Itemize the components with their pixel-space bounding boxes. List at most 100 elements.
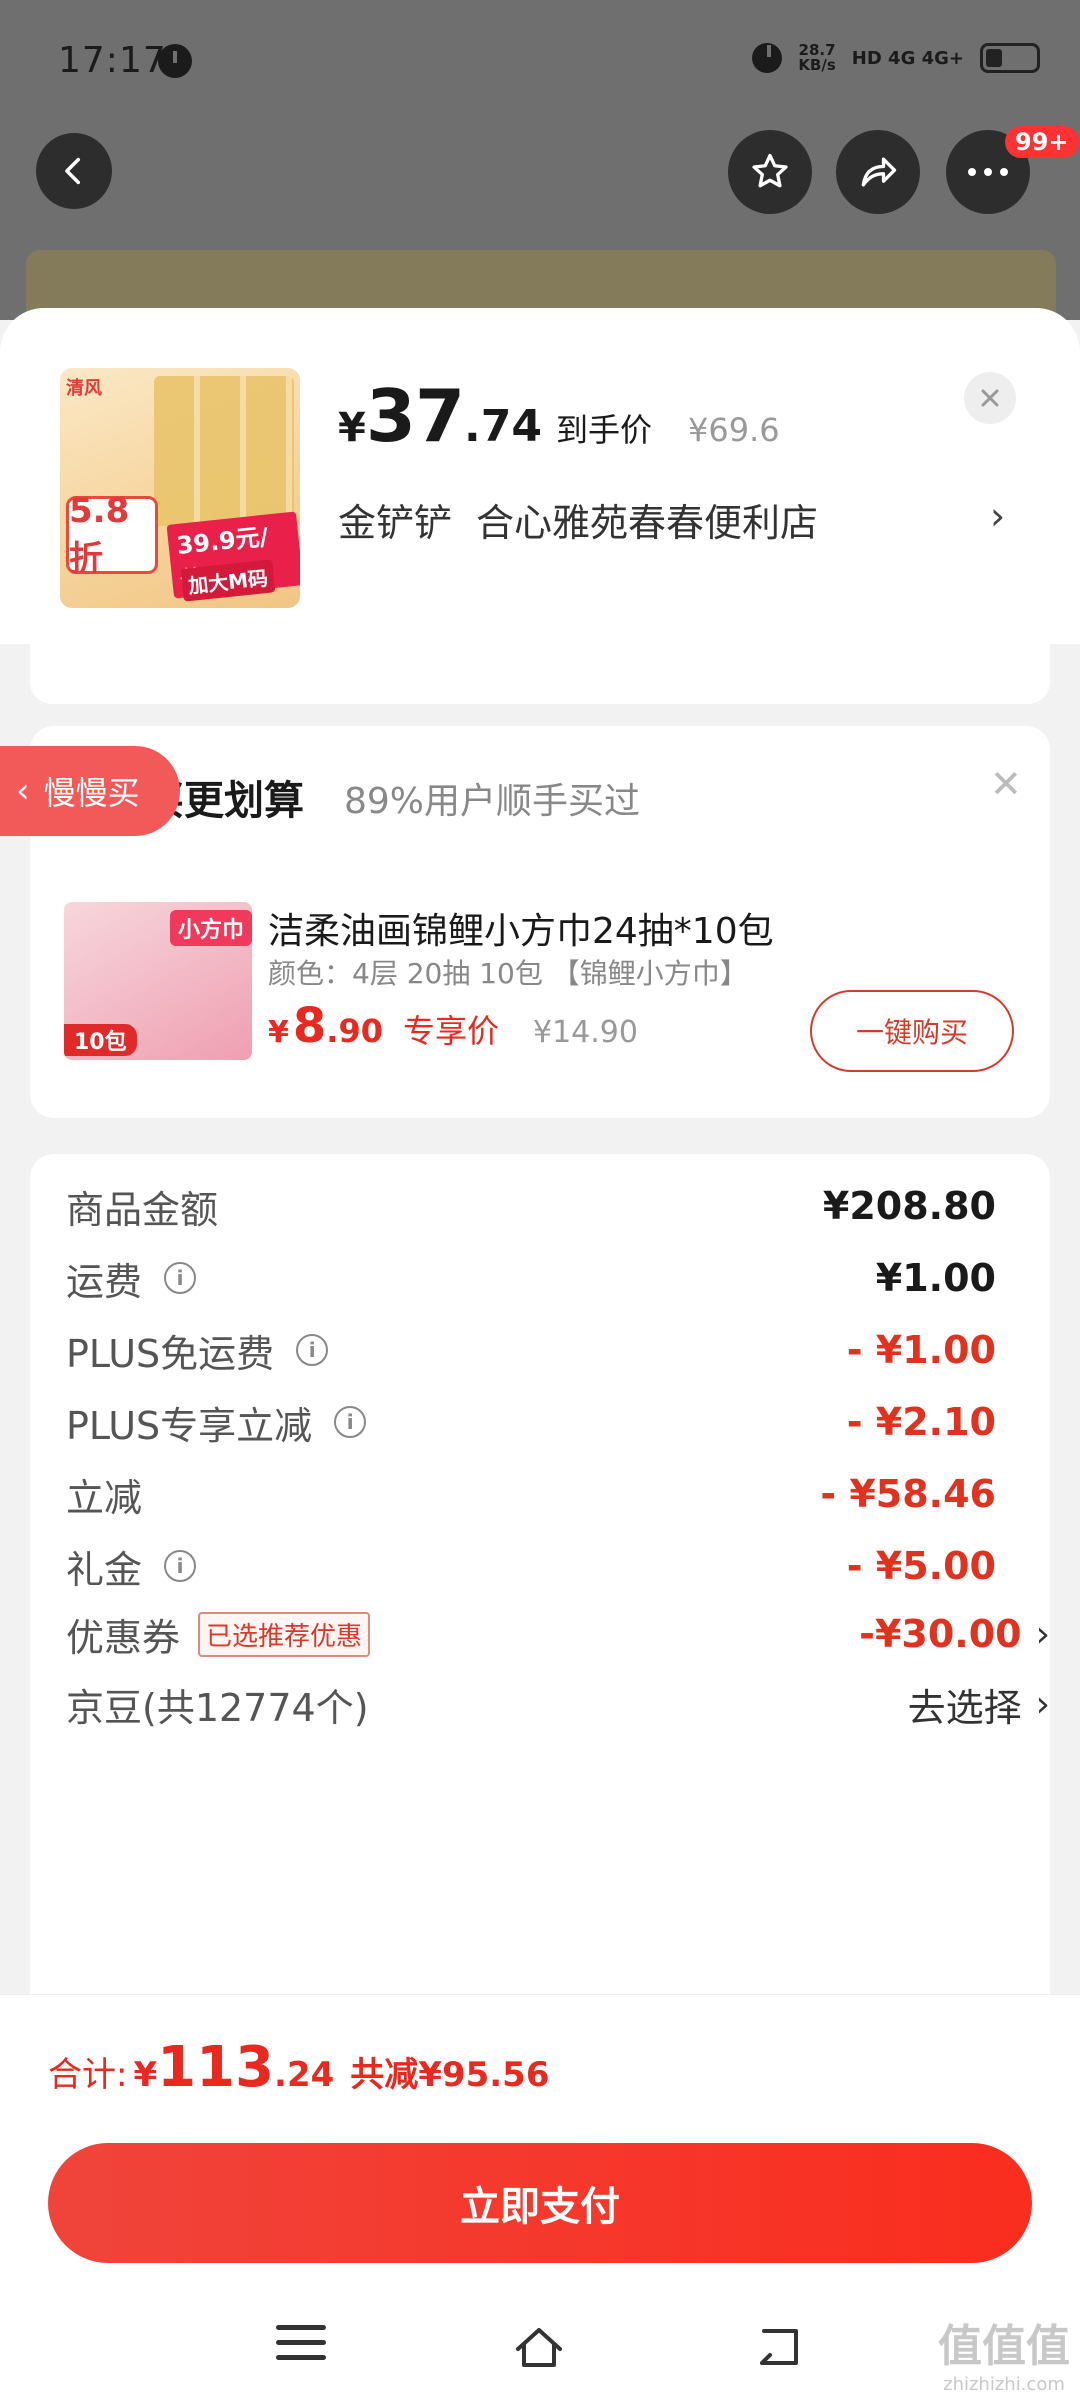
favorite-button[interactable]	[728, 130, 812, 214]
rec-price-integer: 8	[292, 998, 327, 1054]
summary-row-shipping: 运费 i ¥1.00	[66, 1248, 996, 1308]
slow-buy-tab[interactable]: ‹ 慢慢买	[0, 746, 180, 836]
recommend-img-count: 10包	[64, 1024, 137, 1056]
summary-value: - ¥5.00	[846, 1544, 996, 1588]
summary-value: ¥208.80	[822, 1184, 996, 1228]
share-button[interactable]	[836, 130, 920, 214]
status-indicators: 28.7 KB/s HD 4G 4G+	[752, 38, 1040, 78]
summary-row-plus-discount: PLUS专享立减 i - ¥2.10	[66, 1392, 996, 1452]
info-icon[interactable]: i	[164, 1262, 197, 1294]
recommend-subtitle: 89%用户顺手买过	[344, 781, 641, 822]
shop-name: 合心雅苑春春便利店	[476, 501, 819, 545]
summary-label-group: 优惠券 已选推荐优惠	[66, 1607, 371, 1662]
pay-now-button[interactable]: 立即支付	[48, 2143, 1032, 2263]
summary-value-group: 去选择 ›	[908, 1677, 1050, 1732]
chevron-right-icon[interactable]: ›	[990, 494, 1005, 538]
back-nav-icon[interactable]	[756, 2325, 806, 2369]
menu-icon[interactable]	[276, 2325, 326, 2369]
alarm-icon-right	[752, 43, 783, 73]
address-card-bottom	[30, 644, 1050, 704]
recommend-item-spec: 颜色：4层 20抽 10包 【锦鲤小方巾】	[268, 957, 748, 990]
recommend-item-name[interactable]: 洁柔油画锦鲤小方巾24抽*10包	[268, 902, 774, 954]
info-icon[interactable]: i	[334, 1406, 367, 1438]
status-time: 17:17	[58, 40, 167, 81]
product-packs-image	[154, 376, 294, 526]
watermark-text: 值值值	[938, 2321, 1070, 2372]
close-sheet-button[interactable]	[964, 372, 1016, 424]
chevron-left-icon	[65, 157, 81, 185]
summary-row-gift-money: 礼金 i - ¥5.00	[66, 1536, 996, 1596]
original-price: ¥69.6	[688, 411, 780, 449]
recommend-item-image[interactable]: 小方巾 10包	[64, 902, 252, 1060]
product-price: ¥ 37 .74 到手价 ¥69.6	[338, 374, 780, 458]
price-symbol: ¥	[338, 405, 366, 451]
chevron-left-icon: ‹	[16, 771, 30, 811]
summary-value: - ¥58.46	[820, 1472, 996, 1516]
star-icon	[752, 153, 788, 188]
watermark-url: zhizhizhi.com	[943, 2374, 1065, 2395]
shop-owner: 金铲铲	[338, 501, 453, 545]
chevron-right-icon: ›	[1035, 1613, 1050, 1655]
summary-label: PLUS免运费	[66, 1331, 275, 1376]
summary-value: - ¥1.00	[846, 1328, 996, 1372]
summary-row-jingdou[interactable]: 京豆(共12774个) 去选择 ›	[66, 1674, 1050, 1734]
summary-row-goods: 商品金额 ¥208.80	[66, 1176, 996, 1236]
summary-label: 商品金额	[66, 1187, 219, 1232]
rec-price-decimal: .90	[326, 1012, 383, 1050]
summary-row-plus-free-shipping: PLUS免运费 i - ¥1.00	[66, 1320, 996, 1380]
total-decimal: .24	[274, 2055, 335, 2095]
price-label: 到手价	[556, 411, 653, 449]
summary-label-group: PLUS专享立减 i	[66, 1395, 367, 1450]
close-icon	[981, 389, 999, 407]
checkout-sheet: 清风 5.8折 39.9元/件 加大M码 ¥ 37 .74 到手价 ¥69.6 …	[0, 308, 1080, 1998]
price-decimal: .74	[464, 401, 542, 452]
rec-original-price: ¥14.90	[532, 1015, 638, 1050]
background-page: 17:17 28.7 KB/s HD 4G 4G+ 99+	[0, 0, 1080, 330]
summary-label: PLUS专享立减	[66, 1403, 313, 1448]
total-integer: 113	[157, 2035, 275, 2100]
recommend-img-label: 小方巾	[169, 910, 252, 946]
summary-value: ¥1.00	[875, 1256, 996, 1300]
info-icon[interactable]: i	[164, 1550, 197, 1582]
total-amount: 合计: ¥ 113 .24 共减¥95.56	[48, 2035, 549, 2100]
discount-badge: 5.8折	[66, 491, 158, 579]
one-click-buy-button[interactable]: 一键购买	[810, 990, 1014, 1072]
alarm-icon	[158, 44, 192, 78]
product-thumbnail[interactable]: 清风 5.8折 39.9元/件 加大M码	[60, 368, 300, 608]
net-speed-unit: KB/s	[798, 56, 836, 74]
summary-value: 去选择	[907, 1685, 1022, 1730]
summary-row-instant-discount: 立减 - ¥58.46	[66, 1464, 996, 1524]
summary-label: 运费	[66, 1259, 143, 1304]
brand-logo: 清风	[66, 378, 102, 399]
system-nav-bar	[0, 2295, 1080, 2400]
recommend-close-icon[interactable]: ✕	[990, 762, 1022, 806]
status-bar: 17:17 28.7 KB/s HD 4G 4G+	[0, 0, 1080, 120]
price-summary-card: 商品金额 ¥208.80 运费 i ¥1.00 PLUS免运费 i - ¥1.00 …	[30, 1154, 1050, 1998]
total-label: 合计:	[48, 2055, 128, 2095]
recommend-card: 买更划算 89%用户顺手买过 ✕ 小方巾 10包 洁柔油画锦鲤小方巾24抽*10…	[30, 726, 1050, 1118]
summary-row-coupon[interactable]: 优惠券 已选推荐优惠 -¥30.00 ›	[66, 1604, 1050, 1664]
price-integer: 37	[365, 374, 465, 458]
home-icon[interactable]	[514, 2325, 564, 2369]
summary-value-group: -¥30.00 ›	[859, 1612, 1050, 1656]
summary-label-group: 运费 i	[66, 1251, 197, 1306]
rec-price-symbol: ¥	[268, 1015, 289, 1050]
back-button[interactable]	[36, 133, 112, 209]
net-speed: 28.7 KB/s	[798, 43, 835, 73]
battery-icon	[980, 43, 1040, 73]
rec-price-label: 专享价	[402, 1012, 499, 1050]
summary-value: -¥30.00	[859, 1612, 1022, 1656]
total-symbol: ¥	[133, 2055, 158, 2095]
checkout-bottom-bar: 合计: ¥ 113 .24 共减¥95.56 立即支付	[0, 1994, 1080, 2400]
summary-label-group: 礼金 i	[66, 1539, 197, 1594]
coupon-badge: 已选推荐优惠	[198, 1611, 371, 1657]
shop-selector[interactable]: 金铲铲 合心雅苑春春便利店	[338, 492, 842, 547]
chevron-right-icon: ›	[1035, 1683, 1050, 1725]
info-icon[interactable]: i	[296, 1334, 329, 1366]
site-watermark: 值值值 zhizhizhi.com	[938, 2310, 1070, 2395]
more-dots-icon	[968, 168, 1008, 176]
product-header: 清风 5.8折 39.9元/件 加大M码 ¥ 37 .74 到手价 ¥69.6 …	[0, 308, 1080, 644]
signal-indicators: HD 4G 4G+	[851, 47, 964, 69]
share-icon	[861, 157, 897, 187]
slow-buy-label: 慢慢买	[43, 774, 140, 812]
